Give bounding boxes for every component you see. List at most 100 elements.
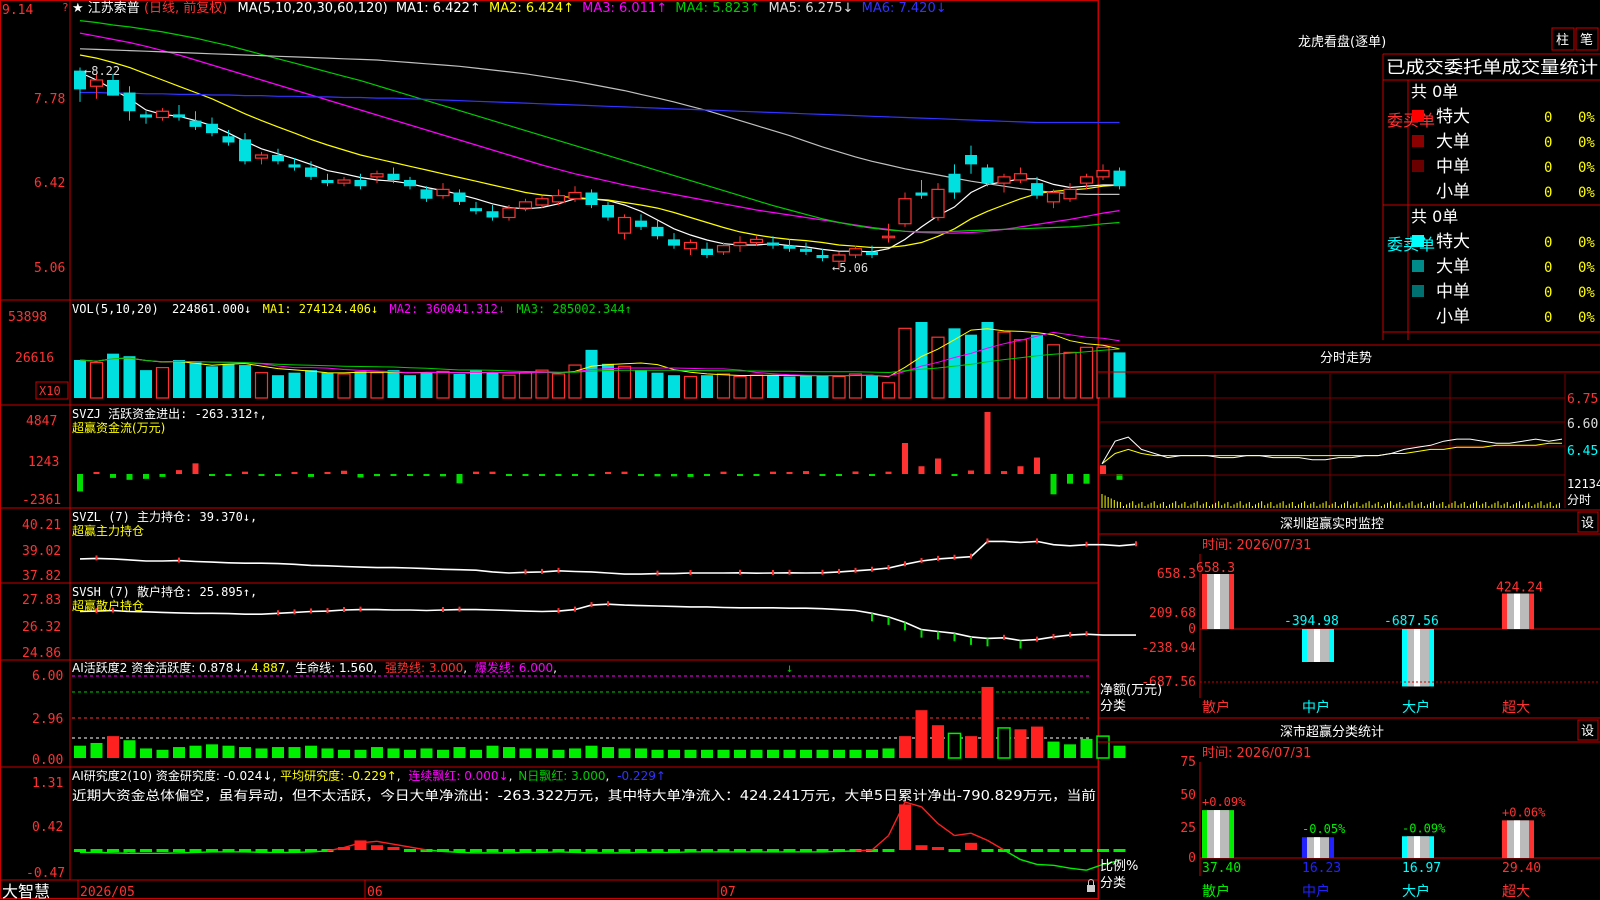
ai-research-bar-up	[915, 845, 928, 850]
ai-active-bar-strong	[107, 736, 119, 758]
candle-body-down	[222, 136, 235, 143]
ai-research-title: AI研究度2(10) 资金研究度: -0.024↓	[72, 768, 272, 783]
sell-row-count: 0	[1544, 310, 1552, 326]
buy-row-pct: 0%	[1578, 135, 1595, 151]
volume-bar-down	[767, 375, 779, 398]
candle-body-down	[816, 255, 829, 259]
candle-body-down	[948, 173, 961, 193]
ai-active-bar	[354, 749, 367, 758]
candle-body-up	[254, 154, 269, 159]
volume-bar-up	[1079, 346, 1094, 399]
low-annotation: ←5.06	[832, 261, 868, 275]
volume-bar-down	[783, 376, 796, 398]
candle-body-up	[436, 188, 450, 197]
intraday-time-label: 分时	[1567, 493, 1591, 507]
sell-row-pct: 0%	[1578, 235, 1595, 251]
svzj-bar-down	[456, 474, 463, 484]
volume-bar-down	[965, 334, 977, 398]
ma-label: MA(5,10,20,30,60,120)	[238, 1, 388, 16]
class-time: 时间: 2026/07/31	[1202, 746, 1311, 761]
ai-active-bar	[503, 747, 515, 758]
panel-frames	[0, 0, 1600, 900]
candle-body-down	[404, 180, 416, 187]
volume-bar-down	[420, 372, 433, 398]
candle-body-up	[1013, 173, 1028, 181]
candle-body-down	[321, 180, 334, 184]
ai-research-line-seg	[954, 832, 972, 837]
candle-body-down	[965, 155, 977, 165]
candle-body-up	[848, 248, 863, 256]
ai-active-bar	[585, 745, 598, 758]
volume-bar-up	[733, 375, 747, 399]
ai-research-bar-down	[156, 849, 169, 852]
monitor-y-label: 658.3	[1157, 567, 1196, 582]
ai-research-bar-down	[1064, 849, 1076, 852]
ai-active-bar	[321, 748, 334, 758]
sell-row-name: 小单	[1436, 307, 1470, 327]
ai-research-bar-down	[1047, 849, 1060, 852]
svzj-bar-up	[902, 443, 908, 474]
volume-bar-down	[651, 372, 664, 398]
ai-active-bar	[668, 749, 680, 758]
volume-bar-up	[848, 373, 863, 399]
candle-body-up	[535, 198, 549, 206]
svzj-bar-down	[522, 474, 529, 476]
volume-bar-down	[816, 375, 829, 398]
monitor-category: 散户	[1202, 699, 1230, 716]
ai-active-bar	[74, 745, 86, 758]
sell-row-name: 大单	[1436, 257, 1470, 277]
volume-bar-down	[635, 370, 647, 398]
ai-research-bar-down	[255, 849, 268, 852]
svzl-line	[79, 538, 1137, 576]
volume-bar-up	[535, 369, 549, 399]
ai-research-line-seg	[1036, 863, 1054, 867]
candle-body-up	[997, 176, 1011, 184]
monitor-axis-label2: 分类	[1100, 699, 1126, 714]
volume-panel: 53898 26616 X10 VOL(5,10,20) 224861.000↓…	[8, 302, 1126, 400]
svzj-bar-down	[869, 474, 875, 476]
candle-body-down	[1031, 183, 1043, 196]
intraday-panel: 分时走势 6.75 6.60 6.45 12134 分时	[1098, 350, 1600, 508]
ma2-value: MA2: 6.424↑	[489, 1, 574, 16]
candle-body-down	[1113, 170, 1126, 187]
ai-research-line-seg	[1069, 867, 1087, 871]
volume-bar-down	[453, 373, 466, 398]
class-bar-highlight	[1514, 820, 1520, 858]
ai-active-bar	[1080, 738, 1093, 758]
chart-mode: (日线, 前复权)	[144, 0, 227, 16]
volume-bar-down	[981, 322, 994, 398]
svsh-subtitle: 超赢散户持仓	[72, 598, 144, 613]
ai-active-bar	[189, 745, 202, 758]
volume-bar-down	[288, 372, 301, 398]
monitor-bar-value: -687.56	[1384, 614, 1439, 629]
ai-active-bar	[800, 749, 812, 758]
svzj-y-label: 4847	[26, 414, 57, 429]
candle-body-down	[668, 239, 680, 246]
candle-body-up	[337, 179, 351, 184]
volume-bar-down	[74, 360, 86, 398]
chart-canvas: 9.14 7.78 6.42 5.06 ? ←8.22 ←5.06 ★ 江苏索普…	[0, 0, 1600, 900]
volume-bar-up	[1046, 344, 1061, 399]
ai-research-line-seg	[921, 806, 939, 825]
intraday-y-label: 6.45	[1567, 444, 1598, 459]
buy-swatch	[1412, 135, 1424, 147]
class-category: 超大	[1502, 884, 1530, 900]
ai-strongline: 强势线: 3.000	[385, 661, 463, 675]
ai-research-line-seg	[855, 849, 873, 852]
volume-bar-down	[305, 370, 317, 398]
price-header: ★ 江苏索普 (日线, 前复权) MA(5,10,20,30,60,120) M…	[72, 0, 947, 16]
ai-research-bar-down	[470, 849, 482, 852]
ai-active-bar	[387, 748, 400, 758]
class-settings-label: 设	[1581, 724, 1594, 739]
ai-active-bar	[338, 749, 350, 758]
ai-active-bar	[486, 745, 499, 758]
ai-research-bar-down	[107, 849, 119, 852]
monitor-y-label: 0	[1188, 622, 1196, 637]
candle-body-down	[866, 251, 878, 255]
ai-research-bar-down	[1097, 849, 1109, 852]
ai-active-bar	[1113, 745, 1126, 758]
sell-swatch	[1412, 260, 1424, 272]
svsh-y-label: 24.86	[22, 646, 61, 661]
candle-body-down	[140, 114, 152, 118]
high-annotation: ←8.22	[84, 64, 120, 78]
